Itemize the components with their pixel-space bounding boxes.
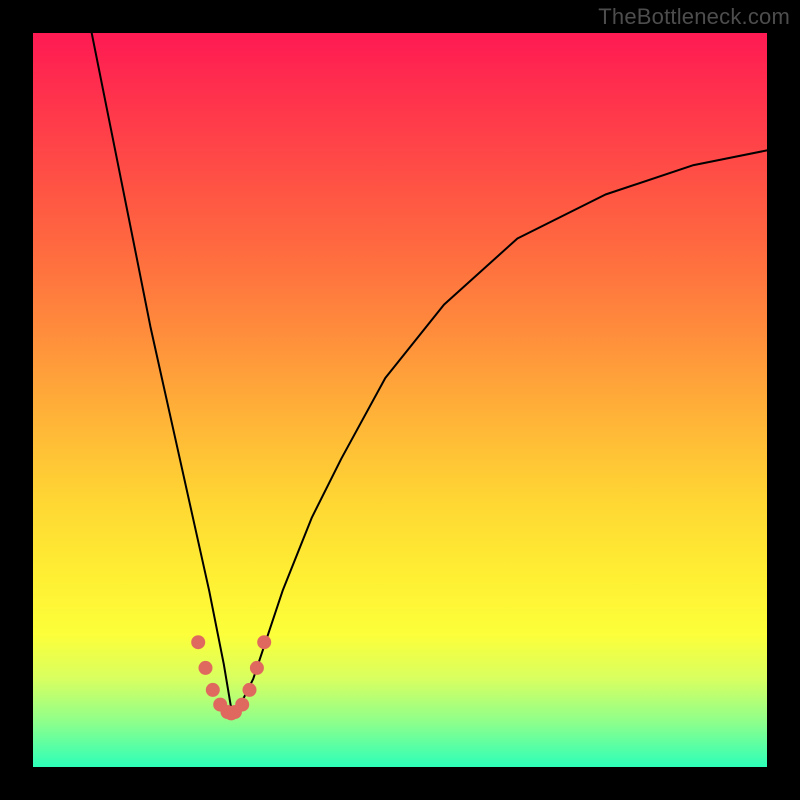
plot-area <box>33 33 767 767</box>
chart-frame: TheBottleneck.com <box>0 0 800 800</box>
minimum-marker <box>191 635 271 720</box>
minimum-marker-dot <box>250 661 264 675</box>
curve-layer <box>33 33 767 767</box>
minimum-marker-dot <box>191 635 205 649</box>
minimum-marker-dot <box>206 683 220 697</box>
minimum-marker-dot <box>235 698 249 712</box>
bottleneck-curve <box>92 33 767 708</box>
minimum-marker-dot <box>257 635 271 649</box>
minimum-marker-dot <box>243 683 257 697</box>
minimum-marker-dot <box>199 661 213 675</box>
watermark-text: TheBottleneck.com <box>598 4 790 30</box>
